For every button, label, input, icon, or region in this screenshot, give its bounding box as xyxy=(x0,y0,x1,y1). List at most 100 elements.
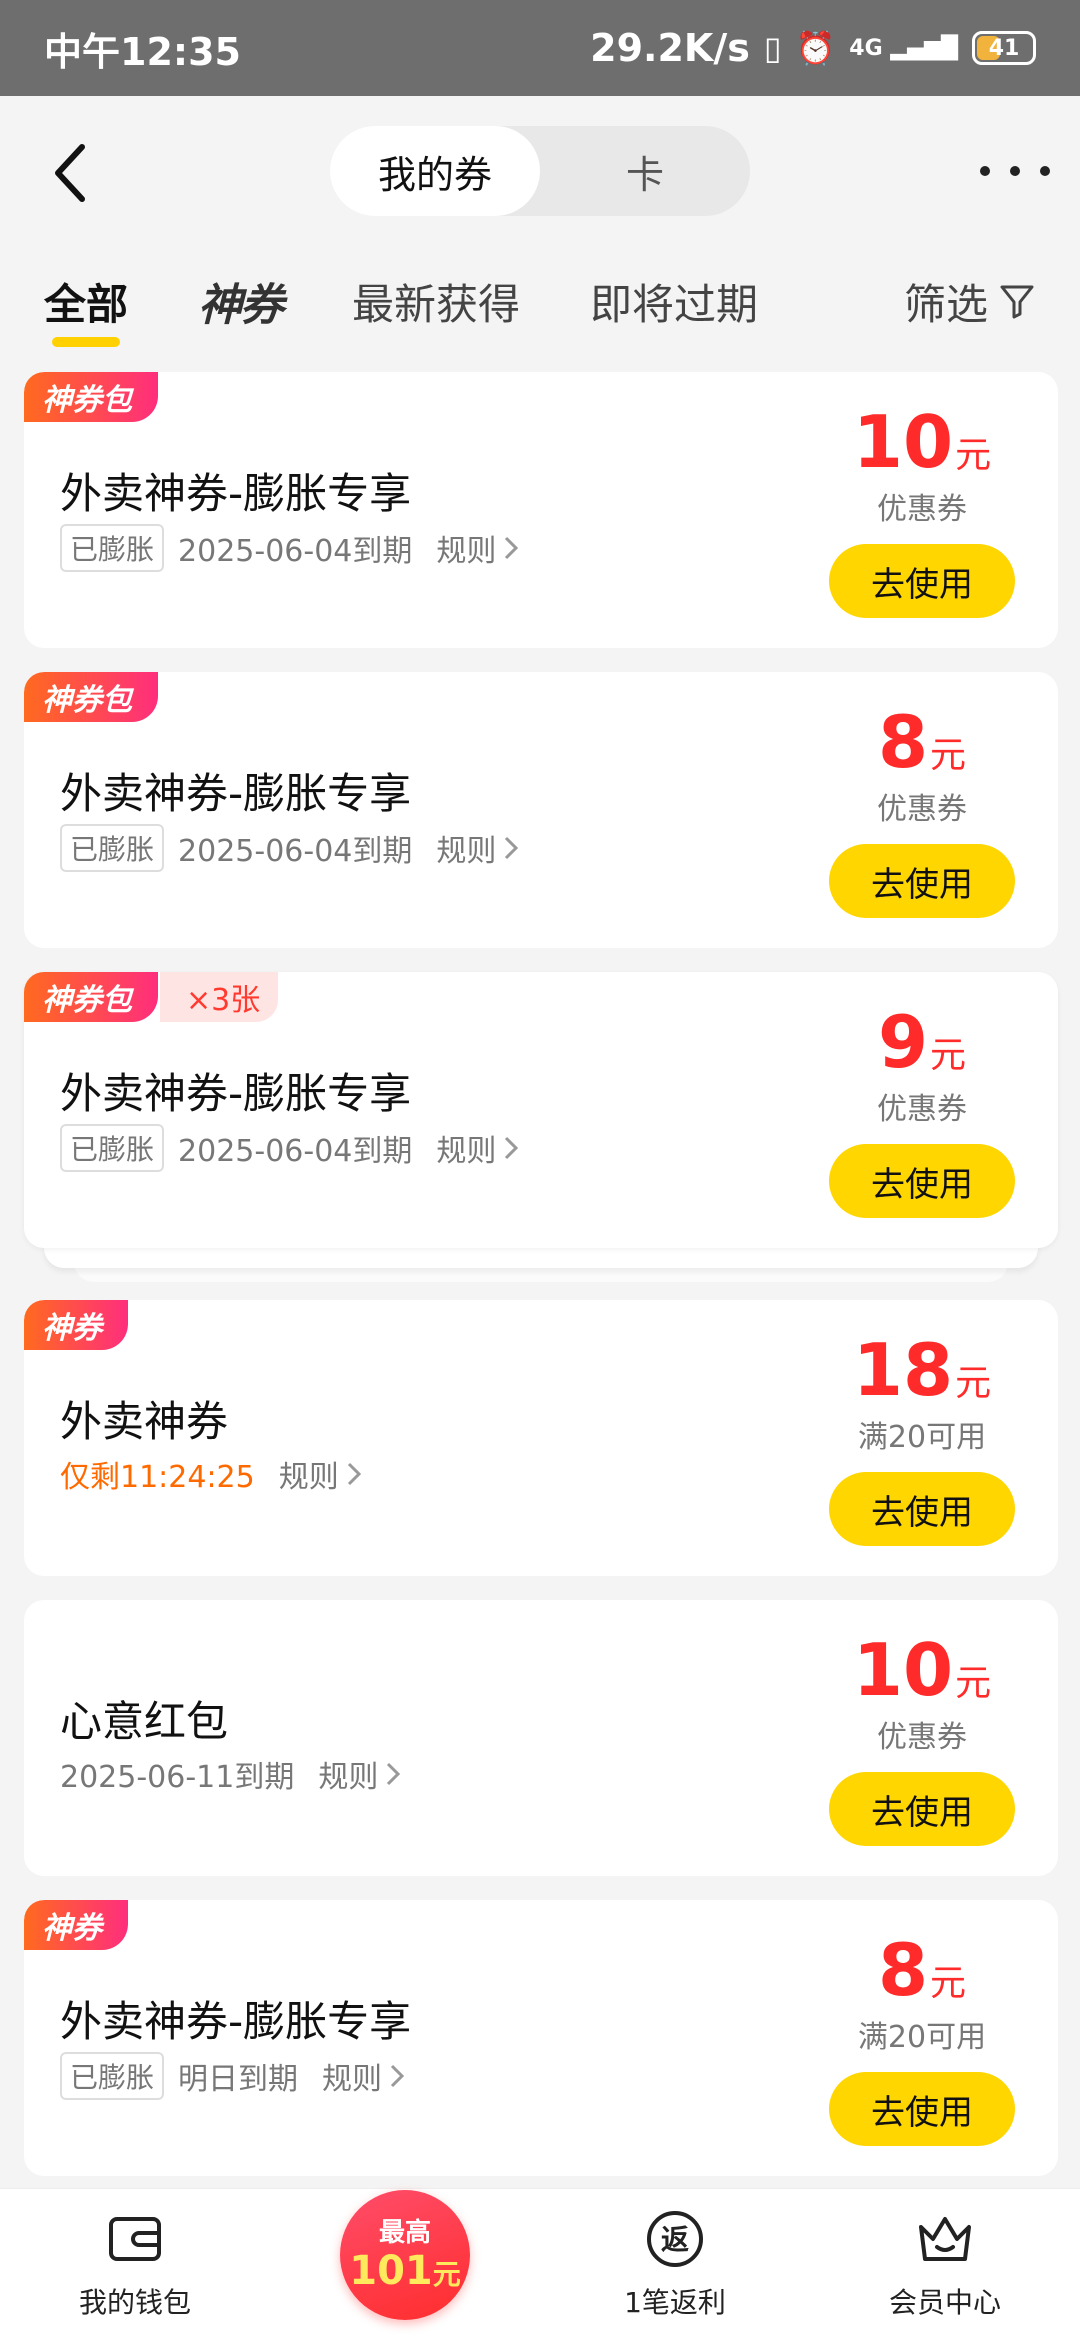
header: 我的券 卡 xyxy=(0,96,1080,246)
more-dot-icon xyxy=(980,166,990,176)
expanded-tag: 已膨胀 xyxy=(60,824,165,872)
status-time: 中午12:35 xyxy=(44,29,241,74)
rule-link[interactable]: 规则 xyxy=(279,1452,363,1496)
expanded-tag: 已膨胀 xyxy=(60,2052,165,2100)
promo-button[interactable]: 最高 101元 xyxy=(305,2189,505,2320)
member-center-label: 会员中心 xyxy=(888,2285,1001,2319)
coupon-amount: 9元 xyxy=(877,1000,967,1084)
rule-link[interactable]: 规则 xyxy=(436,1126,520,1170)
coupon-meta: 已膨胀 2025-06-04到期 规则 xyxy=(60,524,520,572)
shen-coupon-badge: 神券 xyxy=(24,1900,128,1950)
wallet-button[interactable]: 我的钱包 xyxy=(35,2209,235,2321)
promo-badge: 最高 101元 xyxy=(340,2189,470,2320)
bottom-bar: 我的钱包 最高 101元 返 1笔返利 会员中心 xyxy=(0,2188,1080,2340)
countdown-timer: 仅剩11:24:25 xyxy=(60,1460,255,1495)
coupon-card: 神券包 外卖神券-膨胀专享 已膨胀 2025-06-04到期 规则 10 元 优惠… xyxy=(24,372,1058,648)
coupon-title: 外卖神券 xyxy=(60,1397,229,1446)
more-button[interactable] xyxy=(980,146,1050,196)
tab-newest[interactable]: 最新获得 xyxy=(352,261,520,341)
coupon-card-switch: 我的券 卡 xyxy=(330,126,750,216)
coupon-list: 神券包 外卖神券-膨胀专享 已膨胀 2025-06-04到期 规则 10 元 优惠… xyxy=(24,372,1058,2200)
coupon-card-stacked: ×3张 神券包 外卖神券-膨胀专享 已膨胀 2025-06-04到期 规则 9元… xyxy=(24,972,1058,1282)
chevron-right-icon xyxy=(505,1136,519,1160)
expanded-tag: 已膨胀 xyxy=(60,524,165,572)
coupon-value: 18 元 满20可用 去使用 xyxy=(822,1330,1022,1546)
coupon-title: 外卖神券-膨胀专享 xyxy=(60,1997,412,2046)
tab-expiring[interactable]: 即将过期 xyxy=(590,261,758,341)
more-dot-icon xyxy=(1010,166,1020,176)
chevron-right-icon xyxy=(347,1462,361,1486)
expire-date: 2025-06-04到期 xyxy=(178,534,413,569)
coupon-type: 优惠券 xyxy=(877,1092,967,1127)
coupon-type: 满20可用 xyxy=(857,2020,987,2055)
chevron-right-icon xyxy=(387,1762,401,1786)
coupon-card: 神券 外卖神券 仅剩11:24:25 规则 18 元 满20可用 去使用 xyxy=(24,1300,1058,1576)
rebate-icon: 返 xyxy=(647,2210,703,2267)
svg-text:返: 返 xyxy=(661,2223,689,2256)
rule-link[interactable]: 规则 xyxy=(436,526,520,570)
shen-pack-badge: 神券包 xyxy=(24,372,158,422)
coupon-meta: 已膨胀 2025-06-04到期 规则 xyxy=(60,824,520,872)
promo-amount: 101元 xyxy=(349,2248,461,2294)
tab-all[interactable]: 全部 xyxy=(44,261,128,347)
coupon-title: 心意红包 xyxy=(60,1697,229,1746)
coupon-type: 满20可用 xyxy=(857,1420,987,1455)
coupon-type: 优惠券 xyxy=(877,1720,967,1755)
rule-link[interactable]: 规则 xyxy=(436,826,520,870)
wallet-icon xyxy=(109,2216,161,2261)
expire-date: 2025-06-04到期 xyxy=(178,834,413,869)
coupon-title: 外卖神券-膨胀专享 xyxy=(60,469,412,518)
coupon-amount: 10 元 xyxy=(852,1628,992,1712)
member-center-button[interactable]: 会员中心 xyxy=(845,2209,1045,2321)
use-button[interactable]: 去使用 xyxy=(829,1472,1015,1546)
expire-date: 2025-06-11到期 xyxy=(60,1760,295,1795)
coupon-card-face: ×3张 神券包 外卖神券-膨胀专享 已膨胀 2025-06-04到期 规则 9元… xyxy=(24,972,1058,1248)
coupon-card: 心意红包 2025-06-11到期 规则 10 元 优惠券 去使用 xyxy=(24,1600,1058,1876)
coupon-value: 8元 满20可用 去使用 xyxy=(822,1930,1022,2146)
coupon-value: 10 元 优惠券 去使用 xyxy=(822,402,1022,618)
expire-date: 2025-06-04到期 xyxy=(178,1134,413,1169)
tab-cards[interactable]: 卡 xyxy=(540,126,750,216)
vibrate-icon: ▯ xyxy=(763,29,782,67)
status-icons: 29.2K/s ▯ ⏰ 4G ▂▄▆█ 41 xyxy=(590,26,1036,70)
rebate-button[interactable]: 返 1笔返利 xyxy=(575,2209,775,2321)
coupon-type: 优惠券 xyxy=(877,792,967,827)
coupon-amount: 8元 xyxy=(877,700,967,784)
tab-my-coupons[interactable]: 我的券 xyxy=(330,126,540,216)
shen-pack-badge: 神券包 xyxy=(24,972,158,1022)
coupon-value: 9元 优惠券 去使用 xyxy=(822,1002,1022,1218)
use-button[interactable]: 去使用 xyxy=(829,844,1015,918)
tab-shen-coupon[interactable]: 神券 xyxy=(198,261,284,341)
battery-icon: 41 xyxy=(972,31,1036,65)
filter-label: 筛选 xyxy=(903,279,988,329)
coupon-amount: 10 元 xyxy=(852,400,992,484)
rule-link[interactable]: 规则 xyxy=(318,1752,402,1796)
coupon-meta: 已膨胀 明日到期 规则 xyxy=(60,2052,406,2100)
signal-icon: 4G ▂▄▆█ xyxy=(849,35,958,61)
filter-tabs: 全部 神券 最新获得 即将过期 筛选 xyxy=(0,246,1080,356)
coupon-meta: 已膨胀 2025-06-04到期 规则 xyxy=(60,1124,520,1172)
filter-button[interactable]: 筛选 xyxy=(904,261,1036,341)
coupon-type: 优惠券 xyxy=(877,492,967,527)
chevron-right-icon xyxy=(505,536,519,560)
battery-level: 41 xyxy=(988,35,1020,61)
count-badge: ×3张 xyxy=(160,972,279,1022)
use-button[interactable]: 去使用 xyxy=(829,1144,1015,1218)
chevron-right-icon xyxy=(390,2064,405,2088)
coupon-card: 神券包 外卖神券-膨胀专享 已膨胀 2025-06-04到期 规则 8元 优惠券… xyxy=(24,672,1058,948)
use-button[interactable]: 去使用 xyxy=(829,544,1015,618)
coupon-card: 神券 外卖神券-膨胀专享 已膨胀 明日到期 规则 8元 满20可用 去使用 xyxy=(24,1900,1058,2176)
back-button[interactable] xyxy=(40,138,100,208)
coupon-meta: 仅剩11:24:25 规则 xyxy=(60,1452,363,1496)
coupon-amount: 8元 xyxy=(877,1928,967,2012)
network-speed: 29.2K/s xyxy=(590,26,750,70)
rebate-label: 1笔返利 xyxy=(624,2285,726,2319)
alarm-icon: ⏰ xyxy=(795,29,836,67)
wallet-label: 我的钱包 xyxy=(78,2285,191,2319)
use-button[interactable]: 去使用 xyxy=(829,1772,1015,1846)
status-bar: 中午12:35 29.2K/s ▯ ⏰ 4G ▂▄▆█ 41 xyxy=(0,0,1080,96)
use-button[interactable]: 去使用 xyxy=(829,2072,1015,2146)
expire-date: 明日到期 xyxy=(178,2062,299,2097)
chevron-right-icon xyxy=(505,836,519,860)
rule-link[interactable]: 规则 xyxy=(322,2054,406,2098)
